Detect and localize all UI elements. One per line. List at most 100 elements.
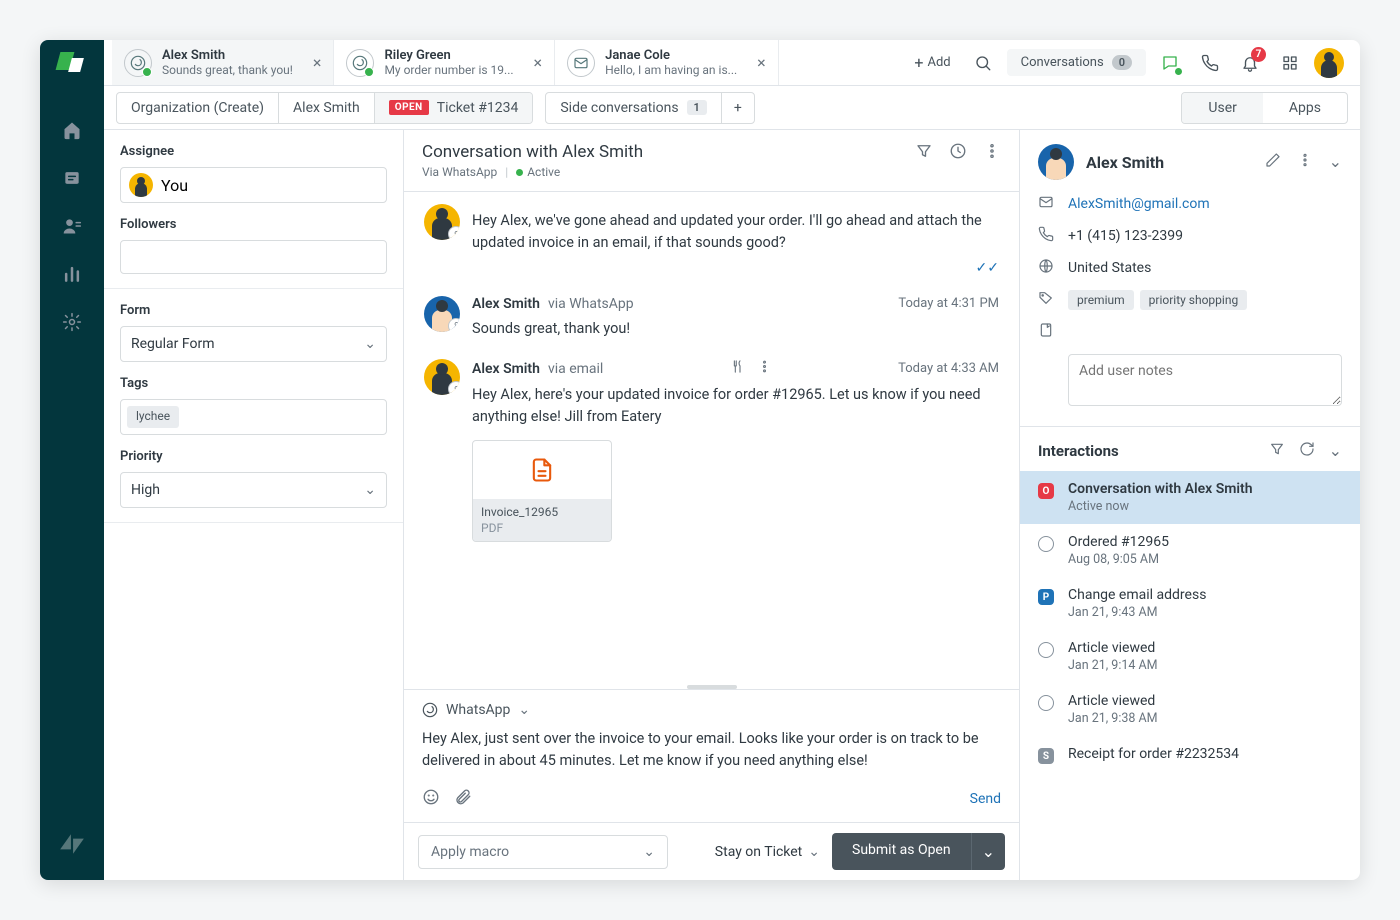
apps-grid-icon[interactable] [1274, 47, 1306, 79]
composer: WhatsApp⌄ Hey Alex, just sent over the i… [404, 689, 1019, 822]
nav-inbox[interactable] [52, 158, 92, 198]
close-icon[interactable]: × [534, 55, 543, 71]
user-pane: Alex Smith ⌄ AlexSmith@gmail.com +1 (415… [1020, 130, 1360, 880]
status-badge: OPEN [389, 100, 429, 115]
channel-badge-icon [448, 226, 460, 240]
msg-more-icon[interactable] [757, 359, 772, 378]
cutlery-icon[interactable] [730, 359, 745, 378]
nav-users[interactable] [52, 206, 92, 246]
add-side-conversation[interactable]: + [722, 93, 754, 123]
conversations-count: 0 [1112, 55, 1132, 70]
assignee-label: Assignee [120, 144, 387, 159]
interaction-item[interactable]: Article viewedJan 21, 9:38 AM [1020, 683, 1360, 736]
priority-select[interactable]: High⌄ [120, 472, 387, 508]
assignee-field[interactable]: You [120, 167, 387, 203]
nav-home[interactable] [52, 110, 92, 150]
close-icon[interactable]: × [757, 55, 766, 71]
collapse-icon[interactable]: ⌄ [1329, 152, 1342, 172]
tab-requester[interactable]: Alex Smith [279, 93, 375, 123]
user-avatar [1038, 144, 1074, 180]
email-icon [567, 49, 595, 77]
interaction-item[interactable]: Article viewedJan 21, 9:14 AM [1020, 630, 1360, 683]
phone-icon[interactable] [1194, 47, 1226, 79]
message-avatar [424, 359, 460, 395]
channel-badge-icon [448, 381, 460, 395]
conversation-tab[interactable]: Alex SmithSounds great, thank you! × [112, 40, 334, 85]
followers-field[interactable] [120, 240, 387, 274]
more-icon[interactable] [983, 142, 1001, 164]
ticket-tabs: Organization (Create) Alex Smith OPENTic… [104, 86, 1360, 130]
followers-label: Followers [120, 217, 387, 232]
interaction-item[interactable]: P Change email addressJan 21, 9:43 AM [1020, 577, 1360, 630]
tabs-bar: Alex SmithSounds great, thank you! × Ril… [104, 40, 1360, 86]
submit-button[interactable]: Submit as Open⌄ [832, 833, 1005, 870]
user-tag-chip: premium [1068, 290, 1134, 310]
ticket-properties-pane: Assignee You Followers Form Regular Form… [104, 130, 404, 880]
tab-ticket[interactable]: OPENTicket #1234 [375, 93, 533, 123]
history-icon[interactable] [949, 142, 967, 164]
form-label: Form [120, 303, 387, 318]
stay-on-ticket-button[interactable]: Stay on Ticket⌄ [715, 844, 820, 860]
attach-icon[interactable] [454, 788, 472, 810]
assignee-avatar [129, 173, 153, 197]
notification-badge: 7 [1251, 47, 1266, 62]
interaction-item[interactable]: Ordered #12965Aug 08, 9:05 AM [1020, 524, 1360, 577]
add-tab-button[interactable]: +Add [906, 47, 958, 78]
conversations-pill[interactable]: Conversations0 [1007, 49, 1146, 76]
priority-label: Priority [120, 449, 387, 464]
interactions-title: Interactions [1038, 442, 1119, 460]
whatsapp-icon [124, 49, 152, 77]
interaction-marker: P [1038, 589, 1054, 605]
right-tab-apps[interactable]: Apps [1263, 93, 1347, 123]
chat-icon[interactable] [1154, 47, 1186, 79]
message: Hey Alex, we've gone ahead and updated y… [424, 204, 999, 276]
tags-field[interactable]: lychee [120, 399, 387, 435]
submit-dropdown[interactable]: ⌄ [971, 833, 1005, 870]
interactions-collapse-icon[interactable]: ⌄ [1329, 441, 1342, 461]
tab-organization[interactable]: Organization (Create) [117, 93, 279, 123]
interaction-item[interactable]: S Receipt for order #2232534 [1020, 736, 1360, 774]
nav-reports[interactable] [52, 254, 92, 294]
channel-badge-icon [448, 318, 460, 332]
tags-label: Tags [120, 376, 387, 391]
interaction-marker: S [1038, 748, 1054, 764]
tab-side-conversations[interactable]: Side conversations1 [546, 93, 721, 123]
user-email[interactable]: AlexSmith@gmail.com [1068, 196, 1210, 212]
conversation-title: Conversation with Alex Smith [422, 142, 643, 162]
interactions-filter-icon[interactable] [1269, 441, 1285, 461]
interaction-item[interactable]: O Conversation with Alex SmithActive now [1020, 471, 1360, 524]
emoji-icon[interactable] [422, 788, 440, 810]
interaction-marker [1038, 695, 1054, 711]
composer-channel-select[interactable]: WhatsApp⌄ [422, 702, 1001, 718]
send-button[interactable]: Send [970, 791, 1001, 807]
form-select[interactable]: Regular Form⌄ [120, 326, 387, 362]
user-name: Alex Smith [1086, 153, 1164, 172]
refresh-icon[interactable] [1299, 441, 1315, 461]
brand-logo [58, 52, 86, 80]
zendesk-logo [58, 830, 86, 862]
user-notes-input[interactable] [1068, 354, 1342, 406]
tag-chip: lychee [127, 406, 179, 428]
edit-icon[interactable] [1265, 152, 1281, 172]
bell-icon[interactable]: 7 [1234, 47, 1266, 79]
attachment[interactable]: Invoice_12965PDF [472, 440, 612, 542]
current-user-avatar[interactable] [1314, 48, 1344, 78]
conversation-tab[interactable]: Riley GreenMy order number is 19... × [334, 40, 555, 85]
read-receipt-icon: ✓✓ [976, 260, 999, 276]
right-tab-user[interactable]: User [1182, 93, 1262, 123]
filter-icon[interactable] [915, 142, 933, 164]
user-country: United States [1068, 260, 1151, 276]
message-avatar [424, 296, 460, 332]
nav-settings[interactable] [52, 302, 92, 342]
interaction-marker: O [1038, 483, 1054, 499]
composer-input[interactable]: Hey Alex, just sent over the invoice to … [422, 728, 1001, 774]
user-tag-chip: priority shopping [1140, 290, 1248, 310]
conversation-tab[interactable]: Janae ColeHello, I am having an is... × [555, 40, 779, 85]
close-icon[interactable]: × [313, 55, 322, 71]
macro-select[interactable]: Apply macro⌄ [418, 835, 668, 869]
tag-icon [1038, 290, 1054, 310]
message-avatar [424, 204, 460, 240]
search-icon[interactable] [967, 47, 999, 79]
user-more-icon[interactable] [1297, 152, 1313, 172]
interaction-marker [1038, 642, 1054, 658]
